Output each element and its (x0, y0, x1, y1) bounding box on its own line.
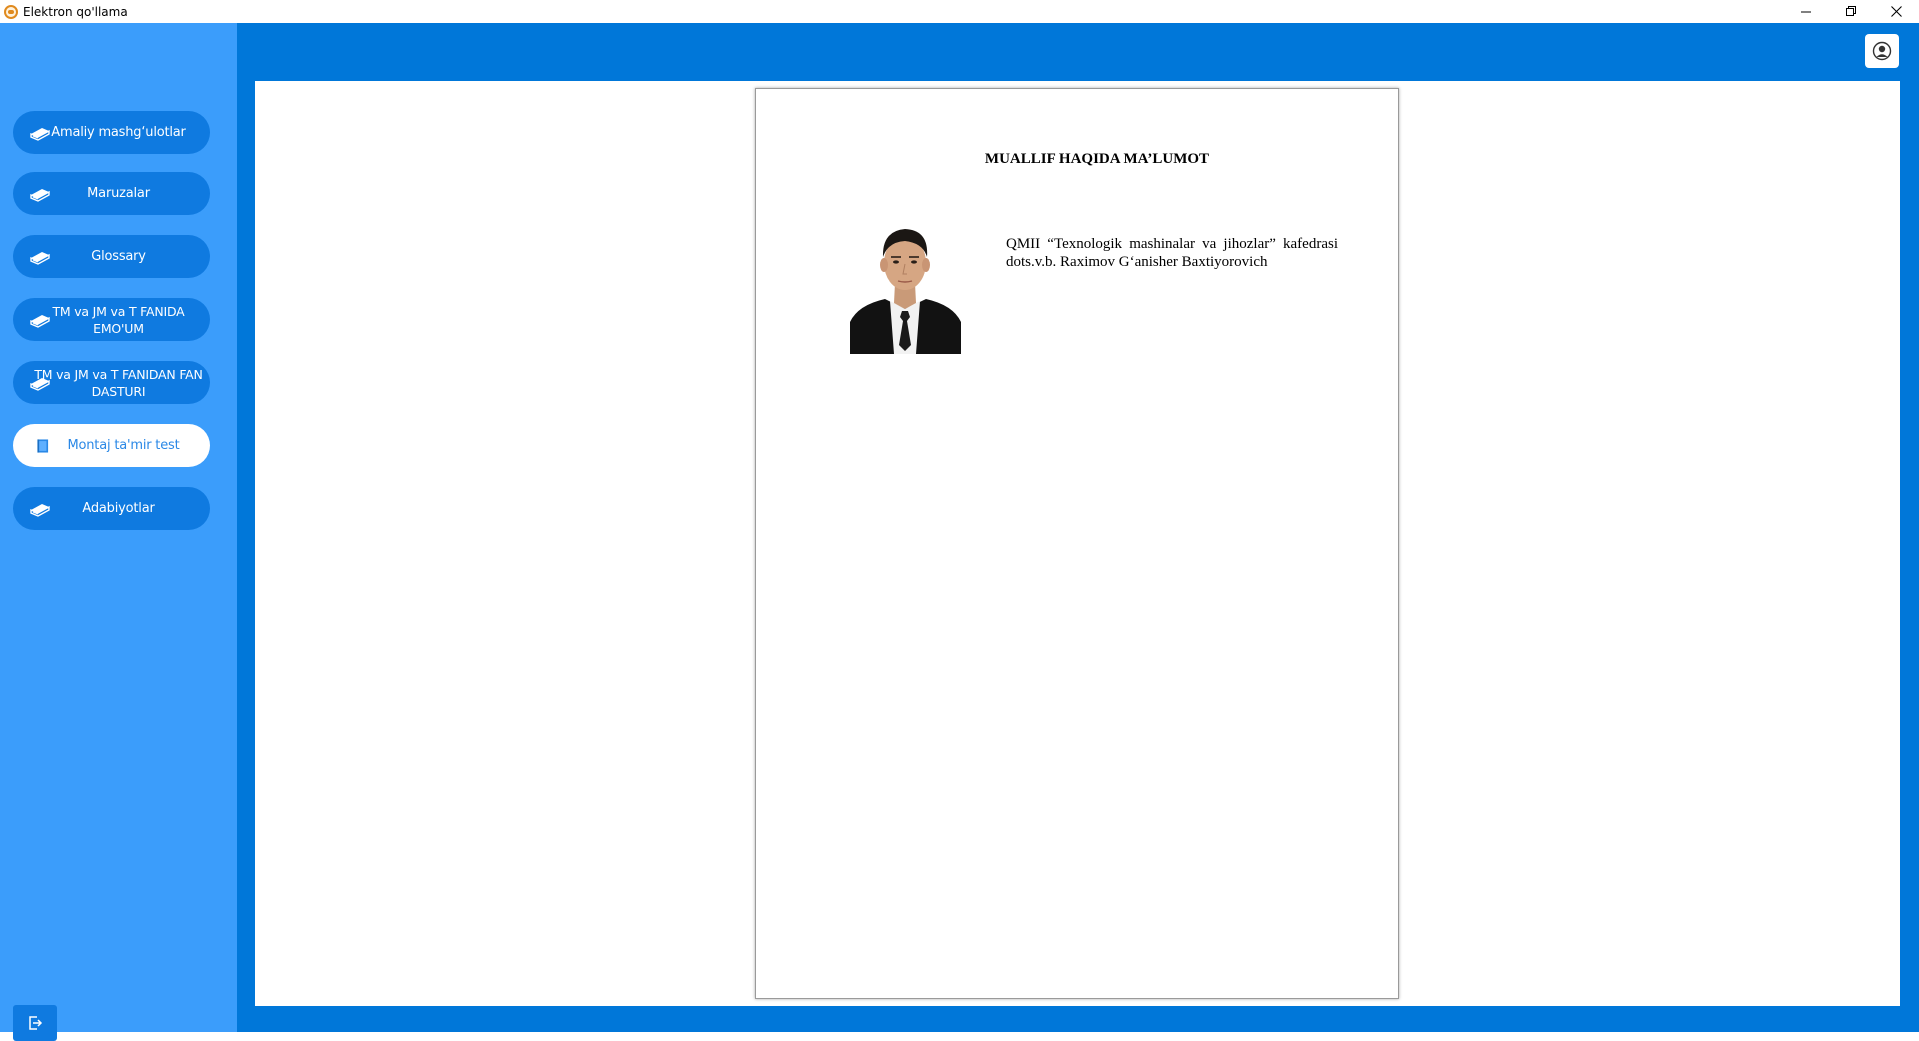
app-logo-icon (4, 4, 18, 19)
restore-button[interactable] (1829, 0, 1874, 23)
close-button[interactable] (1874, 0, 1919, 23)
sidebar: Amaliy mashg‘ulotlar Maruzalar Glossary … (0, 23, 237, 1041)
logout-button[interactable] (13, 1005, 57, 1041)
sidebar-item-adabiyotlar[interactable]: Adabiyotlar (13, 487, 210, 530)
sidebar-item-maruzalar[interactable]: Maruzalar (13, 172, 210, 215)
minimize-icon (1801, 11, 1811, 13)
window-controls (1784, 0, 1919, 23)
sidebar-item-fan-dasturi[interactable]: TM va JM va T FANIDAN FAN DASTURI (13, 361, 210, 404)
document-title: MUALLIF HAQIDA MA’LUMOT (984, 151, 1210, 167)
book-icon (30, 127, 50, 141)
title-bar: Elektron qo'llama (0, 0, 1919, 23)
author-department: QMII “Texnologik mashinalar va jihozlar”… (1006, 236, 1338, 252)
close-icon (1891, 6, 1902, 17)
book-icon (30, 251, 50, 265)
window-title: Elektron qo'llama (23, 4, 128, 19)
book-icon (30, 503, 50, 517)
sidebar-item-amaliy-mashgulotlar[interactable]: Amaliy mashg‘ulotlar (13, 111, 210, 154)
minimize-button[interactable] (1784, 0, 1829, 23)
author-photo (850, 217, 961, 354)
author-info: QMII “Texnologik mashinalar va jihozlar”… (1006, 235, 1338, 271)
book-icon (30, 188, 50, 202)
book-icon (30, 377, 50, 391)
sidebar-item-glossary[interactable]: Glossary (13, 235, 210, 278)
book-icon (30, 314, 50, 328)
restore-icon (1846, 6, 1856, 16)
test-icon (37, 438, 49, 453)
sidebar-item-emoum[interactable]: TM va JM va T FANIDA EMO'UM (13, 298, 210, 341)
user-icon (1872, 41, 1892, 61)
document-page: MUALLIF HAQIDA MA’LUMOT QMII “Texnologik… (755, 88, 1399, 999)
logout-icon (29, 1016, 43, 1030)
author-name: dots.v.b. Raximov G‘anisher Baxtiyorovic… (1006, 254, 1268, 270)
sidebar-item-montaj-tamir-test[interactable]: Montaj ta'mir test (13, 424, 210, 467)
user-profile-button[interactable] (1865, 34, 1899, 68)
